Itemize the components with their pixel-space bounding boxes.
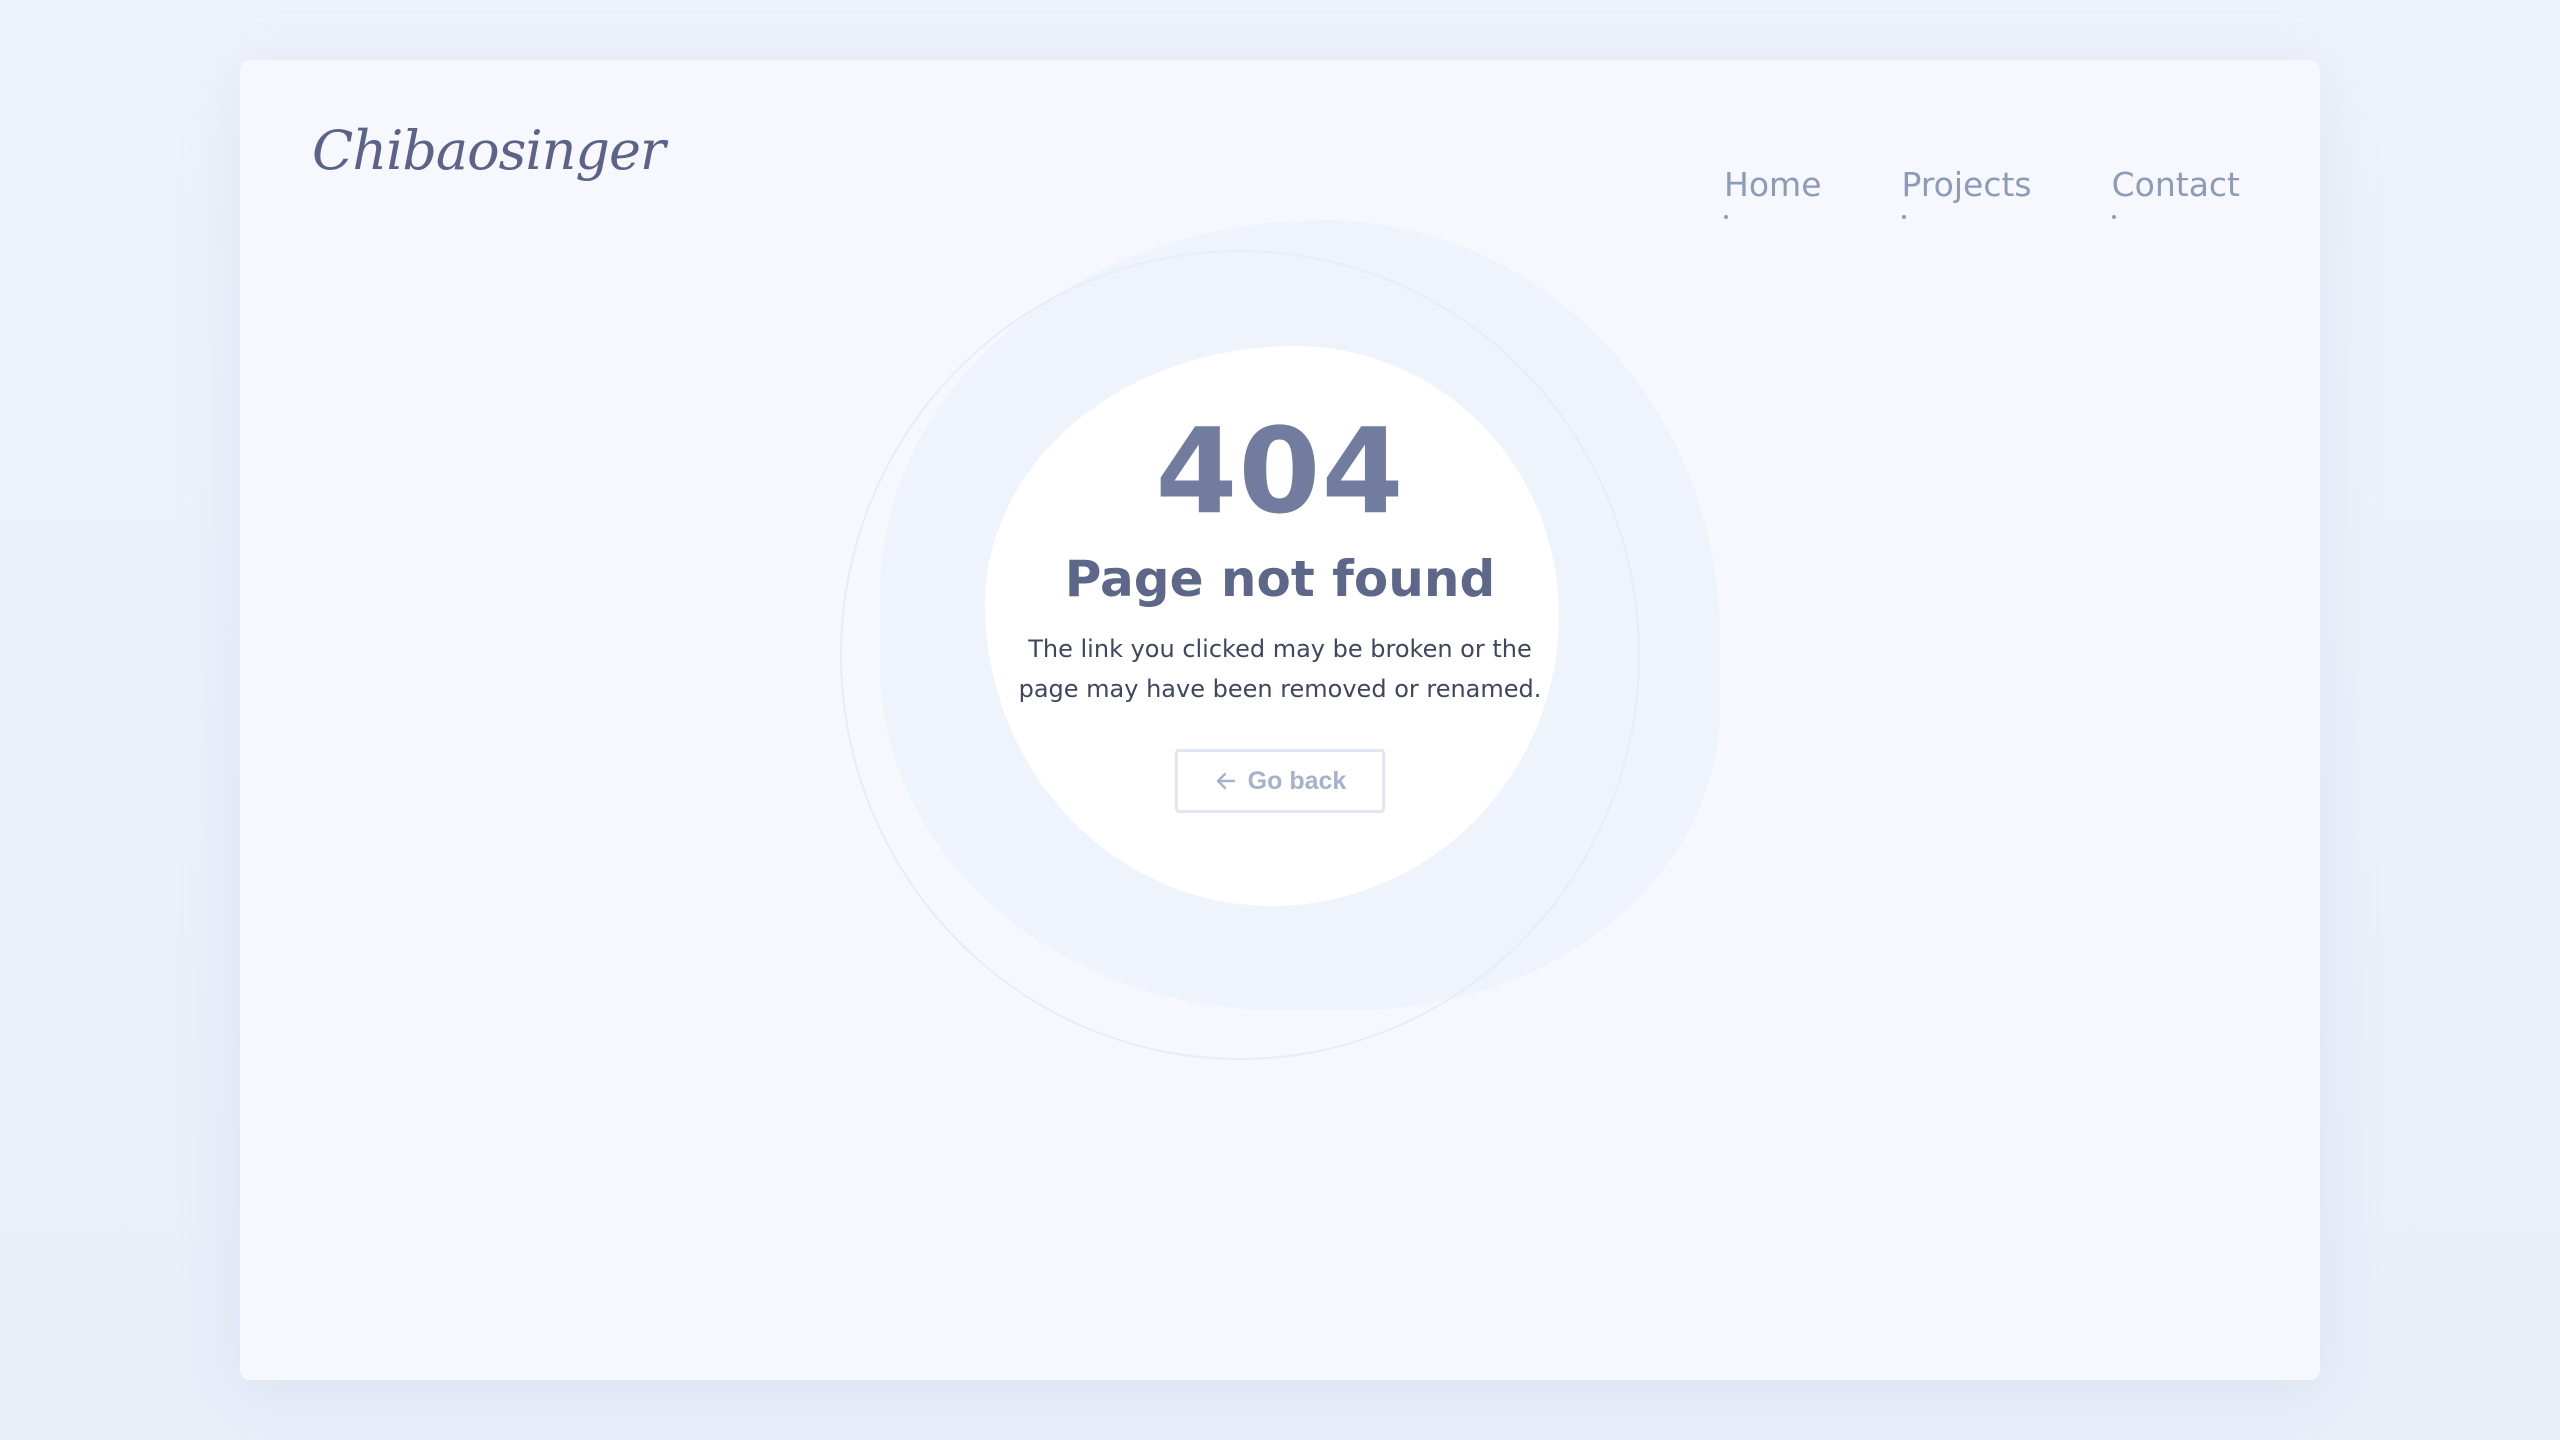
go-back-label: Go back — [1247, 766, 1347, 795]
nav-dot — [1901, 215, 1906, 219]
nav-link-label: Home — [1724, 165, 1822, 204]
nav-dot — [2111, 215, 2116, 219]
error-description: The link you clicked may be broken or th… — [1018, 635, 1542, 703]
nav-link-projects[interactable]: Projects — [1901, 165, 2032, 219]
site-logo[interactable]: Chibaosinger — [312, 100, 666, 200]
nav-dot — [1724, 215, 1729, 219]
error-code: 404 — [1155, 402, 1405, 540]
arrow-left-icon — [1214, 769, 1238, 793]
nav-link-home[interactable]: Home — [1724, 165, 1822, 219]
go-back-button[interactable]: Go back — [1175, 749, 1385, 813]
nav-link-label: Contact — [2111, 165, 2240, 204]
nav-link-label: Projects — [1901, 165, 2032, 204]
error-content: 404 Page not found The link you clicked … — [980, 412, 1580, 813]
nav-link-contact[interactable]: Contact — [2111, 165, 2240, 219]
error-title: Page not found — [1064, 550, 1496, 608]
main-nav: Home Projects Contact — [1724, 168, 2240, 219]
page-card: Chibaosinger Home Projects Contact 404 P… — [240, 60, 2320, 1380]
